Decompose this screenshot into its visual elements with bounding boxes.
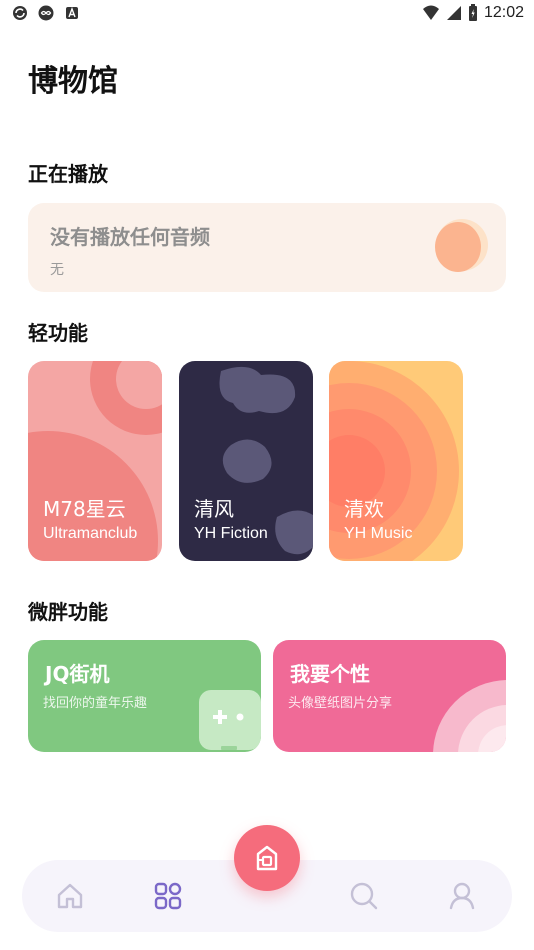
- feature-card-name: 清欢: [344, 497, 384, 521]
- feature-card-name: M78星云: [43, 497, 126, 521]
- now-playing-title: 没有播放任何音频: [50, 225, 210, 249]
- sync-icon: [13, 6, 27, 20]
- feature-card-subtitle: YH Music: [344, 525, 413, 542]
- feature-card-qinghuan[interactable]: 清欢 YH Music: [329, 361, 463, 561]
- feature-card-description: 找回你的童年乐趣: [43, 696, 148, 711]
- museum-fab-button[interactable]: [234, 825, 300, 891]
- search-icon[interactable]: [348, 880, 380, 912]
- feature-card-personality[interactable]: 我要个性 头像壁纸图片分享: [273, 640, 506, 752]
- user-icon[interactable]: [446, 880, 478, 912]
- feature-card-m78[interactable]: M78星云 Ultramanclub: [28, 361, 162, 561]
- a-badge-icon: [66, 7, 78, 19]
- museum-icon: [256, 845, 278, 871]
- clock: 12:02: [483, 4, 524, 21]
- feature-card-subtitle: Ultramanclub: [43, 525, 138, 542]
- album-blob-icon: [435, 219, 488, 272]
- gamepad-icon: [199, 690, 261, 750]
- home-icon[interactable]: [54, 880, 86, 912]
- feature-card-jq-arcade[interactable]: JQ街机 找回你的童年乐趣: [28, 640, 261, 752]
- wifi-icon: [422, 5, 439, 20]
- signal-icon: [446, 6, 461, 20]
- feature-card-name: 清风: [194, 497, 234, 521]
- infinity-icon: [38, 5, 54, 21]
- now-playing-card[interactable]: 没有播放任何音频 无: [28, 203, 506, 292]
- battery-icon: [468, 4, 477, 21]
- feature-card-title: JQ街机: [45, 662, 110, 686]
- card-decoration: [433, 680, 506, 752]
- now-playing-section-title: 正在播放: [28, 162, 108, 186]
- wechat-features-section-title: 微胖功能: [28, 600, 108, 624]
- page-title: 博物馆: [28, 64, 118, 99]
- feature-card-qingfeng[interactable]: 清风 YH Fiction: [179, 361, 313, 561]
- light-features-section-title: 轻功能: [28, 321, 88, 345]
- grid-icon[interactable]: [152, 880, 184, 912]
- now-playing-subtitle: 无: [50, 262, 64, 278]
- status-bar: 12:02: [0, 0, 534, 28]
- feature-card-subtitle: YH Fiction: [194, 525, 268, 542]
